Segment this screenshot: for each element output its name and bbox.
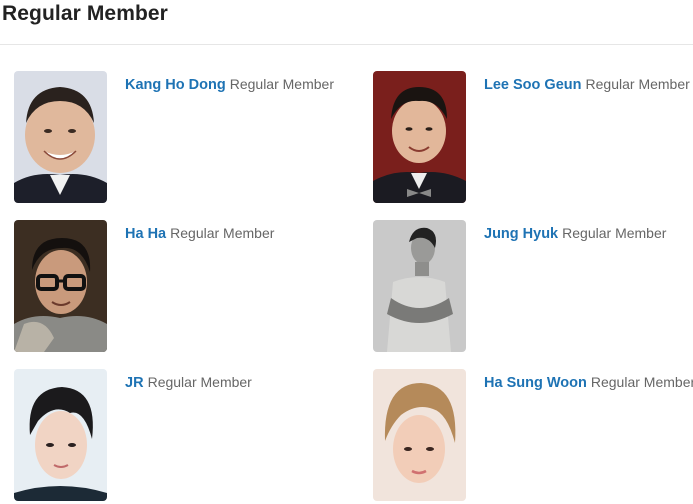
member-name-link[interactable]: Ha Ha [125, 226, 166, 242]
member-role: Regular Member [170, 225, 275, 241]
member-card: JR Regular Member [14, 369, 344, 504]
member-role: Regular Member [147, 374, 252, 390]
member-role: Regular Member [590, 374, 693, 390]
page-title: Regular Member [2, 2, 168, 25]
member-photo[interactable] [373, 71, 466, 203]
member-card: Lee Soo Geun Regular Member [373, 71, 693, 206]
member-photo[interactable] [373, 220, 466, 352]
member-card: Kang Ho Dong Regular Member [14, 71, 344, 206]
divider [0, 44, 693, 45]
member-role: Regular Member [562, 225, 667, 241]
member-photo[interactable] [14, 220, 107, 352]
member-card: Ha Ha Regular Member [14, 220, 344, 355]
member-role: Regular Member [229, 76, 334, 92]
member-role: Regular Member [585, 76, 690, 92]
member-card: Ha Sung Woon Regular Member [373, 369, 693, 504]
member-card: Jung Hyuk Regular Member [373, 220, 693, 355]
member-name-link[interactable]: Kang Ho Dong [125, 77, 226, 93]
member-name-link[interactable]: Jung Hyuk [484, 226, 558, 242]
member-photo[interactable] [14, 71, 107, 203]
member-name-link[interactable]: JR [125, 375, 144, 391]
member-photo[interactable] [14, 369, 107, 501]
member-photo[interactable] [373, 369, 466, 501]
member-name-link[interactable]: Ha Sung Woon [484, 375, 587, 391]
member-name-link[interactable]: Lee Soo Geun [484, 77, 582, 93]
